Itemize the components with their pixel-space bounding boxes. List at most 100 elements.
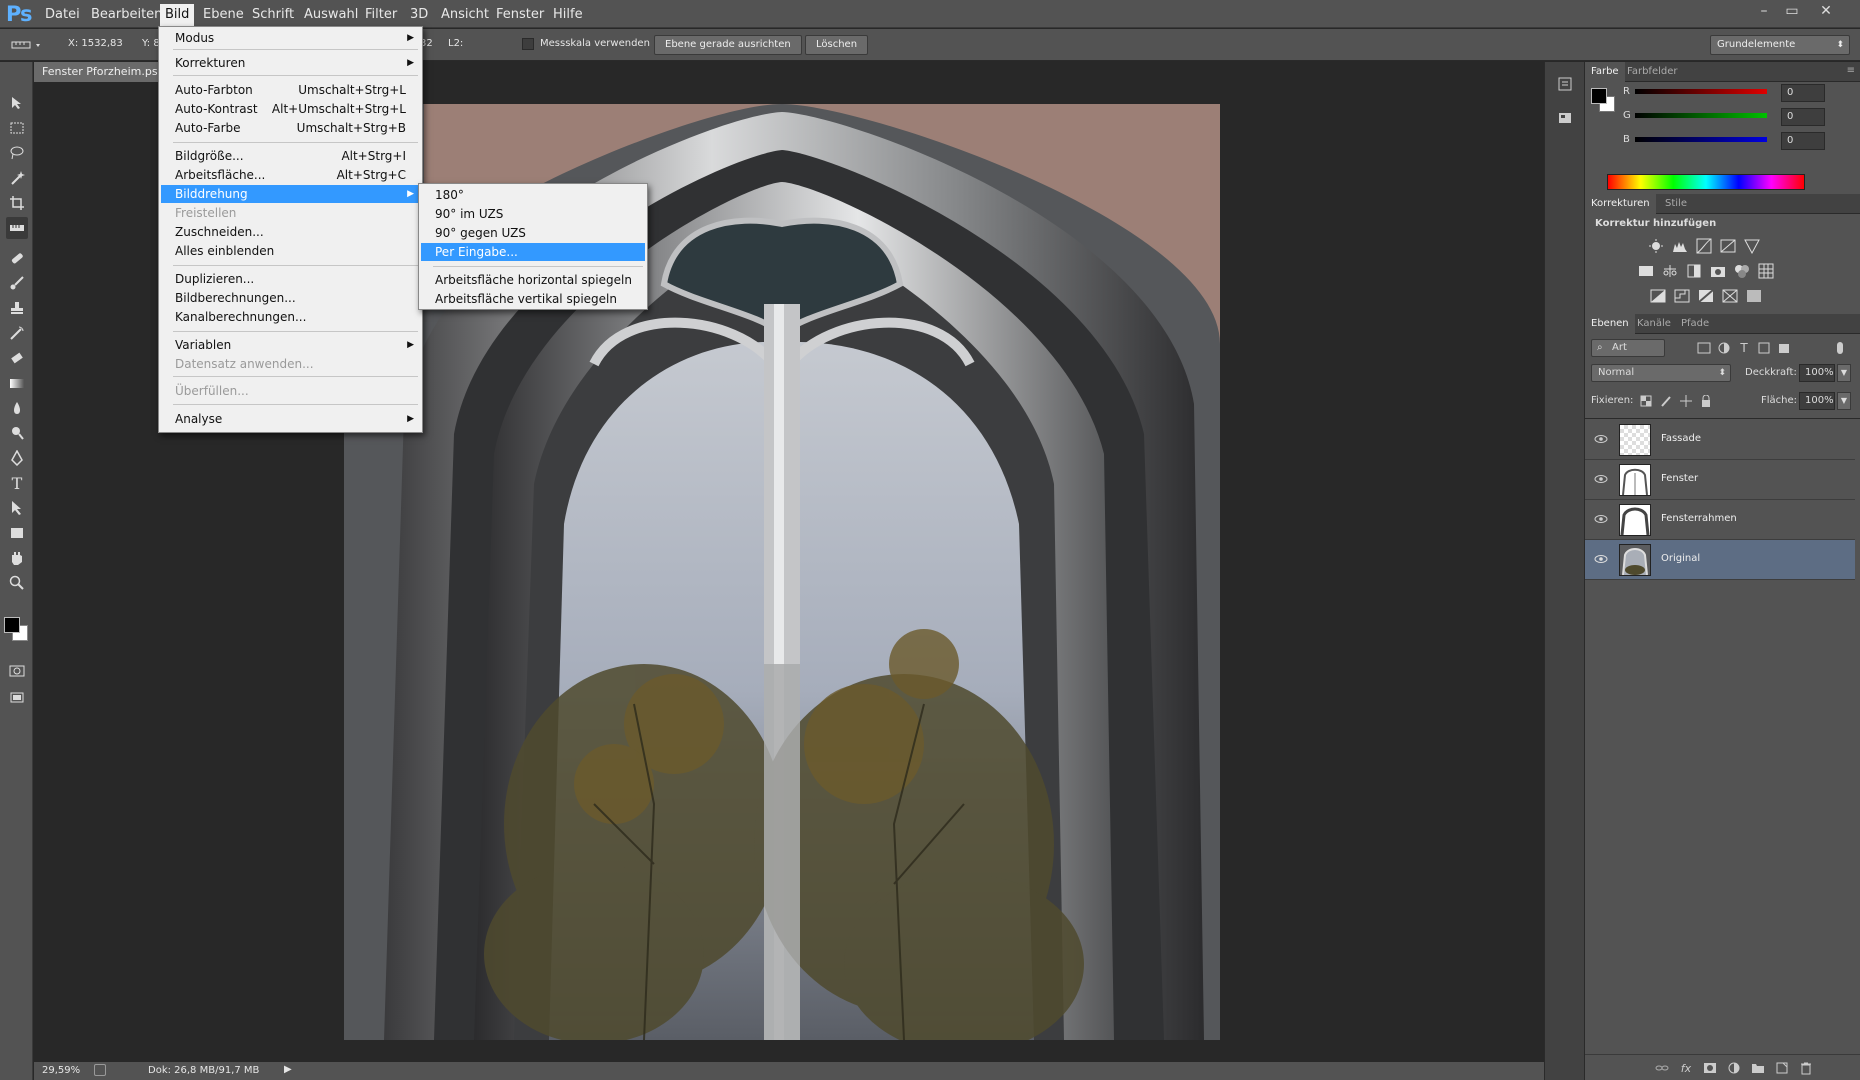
layer-filter-select[interactable]: ⌕ Art <box>1591 339 1665 357</box>
close-window-button[interactable]: ✕ <box>1812 2 1840 22</box>
menu-ansicht[interactable]: Ansicht <box>436 6 494 24</box>
dodge-tool-icon[interactable] <box>6 422 28 444</box>
channel-g-slider[interactable] <box>1635 113 1767 118</box>
foreground-color-swatch-top[interactable] <box>4 617 20 633</box>
filter-type-icon[interactable]: T <box>1735 339 1753 357</box>
color-balance-icon[interactable] <box>1661 262 1679 280</box>
new-layer-icon[interactable] <box>1773 1059 1791 1077</box>
filter-pixel-icon[interactable] <box>1695 339 1713 357</box>
path-selection-tool-icon[interactable] <box>6 497 28 519</box>
tab-korrekturen[interactable]: Korrekturen <box>1585 194 1656 214</box>
healing-brush-tool-icon[interactable] <box>6 247 28 269</box>
gradient-tool-icon[interactable] <box>6 372 28 394</box>
workspace-select[interactable]: Grundelemente ⬍ <box>1710 35 1850 55</box>
color-spectrum-bar[interactable] <box>1607 174 1805 190</box>
menu-item-korrekturen[interactable]: Korrekturen ▶ <box>161 54 420 72</box>
lock-transparency-icon[interactable] <box>1637 392 1655 410</box>
tab-farbe[interactable]: Farbe <box>1585 62 1625 82</box>
menu-item-zuschneiden[interactable]: Zuschneiden... <box>161 223 420 241</box>
rectangle-tool-icon[interactable] <box>6 522 28 544</box>
hand-tool-icon[interactable] <box>6 547 28 569</box>
layer-style-icon[interactable]: fx <box>1677 1059 1695 1077</box>
menu-item-variablen[interactable]: Variablen ▶ <box>161 336 420 354</box>
pen-tool-icon[interactable] <box>6 447 28 469</box>
channel-r-slider[interactable] <box>1635 89 1767 94</box>
menu-bild[interactable]: Bild <box>160 4 195 26</box>
clone-stamp-tool-icon[interactable] <box>6 297 28 319</box>
channel-r-value[interactable]: 0 <box>1781 84 1825 102</box>
type-tool-icon[interactable]: T <box>6 472 28 494</box>
visibility-eye-icon[interactable] <box>1593 432 1609 446</box>
curves-icon[interactable] <box>1695 237 1713 255</box>
channel-g-value[interactable]: 0 <box>1781 108 1825 126</box>
status-menu-arrow-icon[interactable]: ▶ <box>284 1064 292 1075</box>
tab-pfade[interactable]: Pfade <box>1681 318 1709 329</box>
tab-ebenen[interactable]: Ebenen <box>1585 314 1635 334</box>
layer-row-fensterrahmen[interactable]: Fensterrahmen <box>1585 500 1855 540</box>
menu-item-ueberfuellen[interactable]: Überfüllen... <box>161 382 420 400</box>
visibility-eye-icon[interactable] <box>1593 512 1609 526</box>
menu-item-bildgroesse[interactable]: Bildgröße... Alt+Strg+I <box>161 147 420 165</box>
lock-pixels-icon[interactable] <box>1657 392 1675 410</box>
move-tool-icon[interactable] <box>6 92 28 114</box>
filter-adjustment-icon[interactable] <box>1715 339 1733 357</box>
tab-stile[interactable]: Stile <box>1665 198 1687 209</box>
history-panel-icon[interactable] <box>1557 76 1573 92</box>
blend-mode-select[interactable]: Normal ⬍ <box>1591 364 1731 382</box>
channel-mixer-icon[interactable] <box>1733 262 1751 280</box>
marquee-tool-icon[interactable] <box>6 117 28 139</box>
menu-item-freistellen[interactable]: Freistellen <box>161 204 420 222</box>
posterize-icon[interactable] <box>1673 287 1691 305</box>
minimize-button[interactable]: – <box>1750 2 1778 22</box>
fill-value[interactable]: 100% <box>1799 392 1835 410</box>
lock-all-icon[interactable] <box>1697 392 1715 410</box>
zoom-level[interactable]: 29,59% <box>42 1065 80 1076</box>
menu-schrift[interactable]: Schrift <box>247 6 299 24</box>
menu-ebene[interactable]: Ebene <box>198 6 249 24</box>
black-white-icon[interactable] <box>1685 262 1703 280</box>
channel-b-slider[interactable] <box>1635 137 1767 142</box>
tab-farbfelder[interactable]: Farbfelder <box>1627 66 1677 77</box>
visibility-eye-icon[interactable] <box>1593 472 1609 486</box>
layer-row-original[interactable]: Original <box>1585 540 1855 580</box>
menu-bearbeiten[interactable]: Bearbeiten <box>86 6 167 24</box>
link-layers-icon[interactable] <box>1653 1059 1671 1077</box>
layer-row-fassade[interactable]: Fassade <box>1585 420 1855 460</box>
crop-tool-icon[interactable] <box>6 192 28 214</box>
photo-filter-icon[interactable] <box>1709 262 1727 280</box>
magic-wand-tool-icon[interactable] <box>6 167 28 189</box>
menu-item-180[interactable]: 180° <box>421 186 645 204</box>
blur-tool-icon[interactable] <box>6 397 28 419</box>
menu-filter[interactable]: Filter <box>360 6 402 24</box>
brush-tool-icon[interactable] <box>6 272 28 294</box>
share-icon[interactable] <box>94 1064 106 1076</box>
menu-item-duplizieren[interactable]: Duplizieren... <box>161 270 420 288</box>
delete-layer-icon[interactable] <box>1797 1059 1815 1077</box>
new-group-icon[interactable] <box>1749 1059 1767 1077</box>
new-adjustment-layer-icon[interactable] <box>1725 1059 1743 1077</box>
brightness-icon[interactable] <box>1647 237 1665 255</box>
menu-item-auto-farbton[interactable]: Auto-Farbton Umschalt+Strg+L <box>161 81 420 99</box>
menu-item-arbeitsflaeche[interactable]: Arbeitsfläche... Alt+Strg+C <box>161 166 420 184</box>
filter-shape-icon[interactable] <box>1755 339 1773 357</box>
menu-item-kanalberechnungen[interactable]: Kanalberechnungen... <box>161 308 420 326</box>
color-lookup-icon[interactable] <box>1757 262 1775 280</box>
lasso-tool-icon[interactable] <box>6 142 28 164</box>
menu-datei[interactable]: Datei <box>40 6 85 24</box>
hue-saturation-icon[interactable] <box>1637 262 1655 280</box>
maximize-button[interactable]: ▭ <box>1778 2 1806 22</box>
panel-menu-icon[interactable]: ≡ <box>1847 65 1855 76</box>
zoom-tool-icon[interactable] <box>6 572 28 594</box>
visibility-eye-icon[interactable] <box>1593 552 1609 566</box>
menu-auswahl[interactable]: Auswahl <box>299 6 363 24</box>
clear-button[interactable]: Löschen <box>805 35 869 55</box>
menu-3d[interactable]: 3D <box>405 6 433 24</box>
exposure-icon[interactable] <box>1719 237 1737 255</box>
straighten-layer-button[interactable]: Ebene gerade ausrichten <box>654 35 802 55</box>
quick-mask-icon[interactable] <box>6 660 28 682</box>
menu-item-flip-vertical[interactable]: Arbeitsfläche vertikal spiegeln <box>421 290 645 308</box>
properties-panel-icon[interactable] <box>1557 110 1573 126</box>
gradient-map-icon[interactable] <box>1745 287 1763 305</box>
vibrance-icon[interactable] <box>1743 237 1761 255</box>
history-brush-tool-icon[interactable] <box>6 322 28 344</box>
